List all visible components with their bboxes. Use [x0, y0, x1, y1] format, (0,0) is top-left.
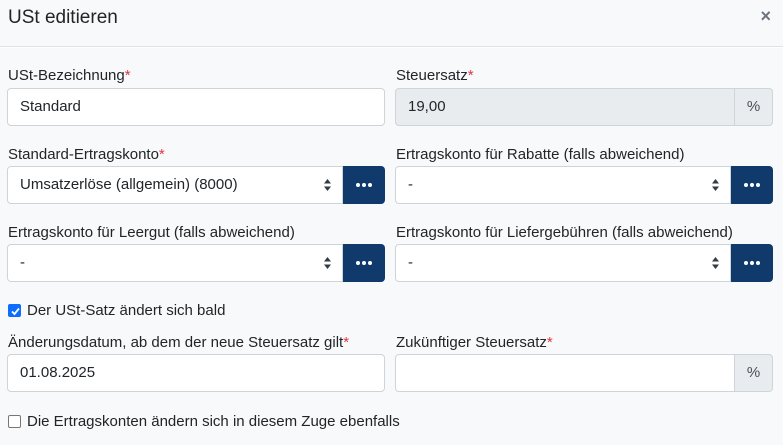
satz-aendert-checkbox[interactable] — [8, 304, 21, 317]
required-marker: * — [124, 67, 131, 84]
standard-ertragskonto-group: Umsatzerlöse (allgemein) (8000) — [7, 166, 385, 204]
steuersatz-label-text: Steuersatz — [396, 67, 468, 84]
standard-ertragskonto-value: Umsatzerlöse (allgemein) (8000) — [20, 176, 238, 193]
satz-aendert-label: Der USt-Satz ändert sich bald — [27, 302, 226, 319]
percent-addon: % — [735, 88, 773, 126]
select-caret-icon — [324, 257, 331, 269]
required-marker: * — [546, 334, 553, 351]
checkmark-icon — [11, 307, 20, 316]
steuersatz-group: 19,00 % — [395, 88, 773, 126]
zukuenftiger-satz-input[interactable] — [395, 354, 735, 392]
liefergebuehren-group: - — [395, 244, 773, 282]
rabatte-label: Ertragskonto für Rabatte (falls abweiche… — [396, 146, 685, 163]
rabatte-value: - — [408, 176, 413, 193]
zukuenftiger-satz-label-text: Zukünftiger Steuersatz — [396, 334, 547, 351]
aenderungsdatum-label: Änderungsdatum, ab dem der neue Steuersa… — [8, 334, 349, 351]
close-icon[interactable]: × — [760, 6, 771, 27]
steuersatz-input: 19,00 — [395, 88, 735, 126]
rabatte-more-button[interactable] — [731, 166, 773, 204]
rabatte-group: - — [395, 166, 773, 204]
konten-aendern-checkbox-row[interactable]: Die Ertragskonten ändern sich in diesem … — [8, 413, 400, 430]
rabatte-select[interactable]: - — [395, 166, 731, 204]
standard-ertragskonto-more-button[interactable] — [343, 166, 385, 204]
percent-addon: % — [735, 354, 773, 392]
dialog-title: USt editieren — [8, 7, 118, 28]
bezeichnung-label-text: USt-Bezeichnung — [8, 67, 125, 84]
dialog-header: USt editieren × — [0, 0, 783, 47]
standard-ertragskonto-label: Standard-Ertragskonto* — [8, 146, 165, 163]
leergut-value: - — [20, 254, 25, 271]
standard-ertragskonto-label-text: Standard-Ertragskonto — [8, 146, 159, 163]
bezeichnung-input[interactable]: Standard — [7, 88, 385, 126]
aenderungsdatum-input[interactable]: 01.08.2025 — [7, 354, 385, 392]
required-marker: * — [343, 334, 350, 351]
leergut-label: Ertragskonto für Leergut (falls abweiche… — [8, 224, 295, 241]
liefergebuehren-label: Ertragskonto für Liefergebühren (falls a… — [396, 224, 733, 241]
select-caret-icon — [712, 179, 719, 191]
aenderungsdatum-label-text: Änderungsdatum, ab dem der neue Steuersa… — [8, 334, 344, 351]
liefergebuehren-select[interactable]: - — [395, 244, 731, 282]
liefergebuehren-value: - — [408, 254, 413, 271]
select-caret-icon — [712, 257, 719, 269]
zukuenftiger-satz-group: % — [395, 354, 773, 392]
leergut-group: - — [7, 244, 385, 282]
bezeichnung-label: USt-Bezeichnung* — [8, 67, 131, 84]
select-caret-icon — [324, 179, 331, 191]
zukuenftiger-satz-label: Zukünftiger Steuersatz* — [396, 334, 553, 351]
liefergebuehren-more-button[interactable] — [731, 244, 773, 282]
konten-aendern-label: Die Ertragskonten ändern sich in diesem … — [27, 413, 400, 430]
satz-aendert-checkbox-row[interactable]: Der USt-Satz ändert sich bald — [8, 302, 225, 319]
konten-aendern-checkbox[interactable] — [8, 415, 21, 428]
leergut-more-button[interactable] — [343, 244, 385, 282]
leergut-select[interactable]: - — [7, 244, 343, 282]
required-marker: * — [467, 67, 474, 84]
standard-ertragskonto-select[interactable]: Umsatzerlöse (allgemein) (8000) — [7, 166, 343, 204]
steuersatz-label: Steuersatz* — [396, 67, 474, 84]
required-marker: * — [158, 146, 165, 163]
